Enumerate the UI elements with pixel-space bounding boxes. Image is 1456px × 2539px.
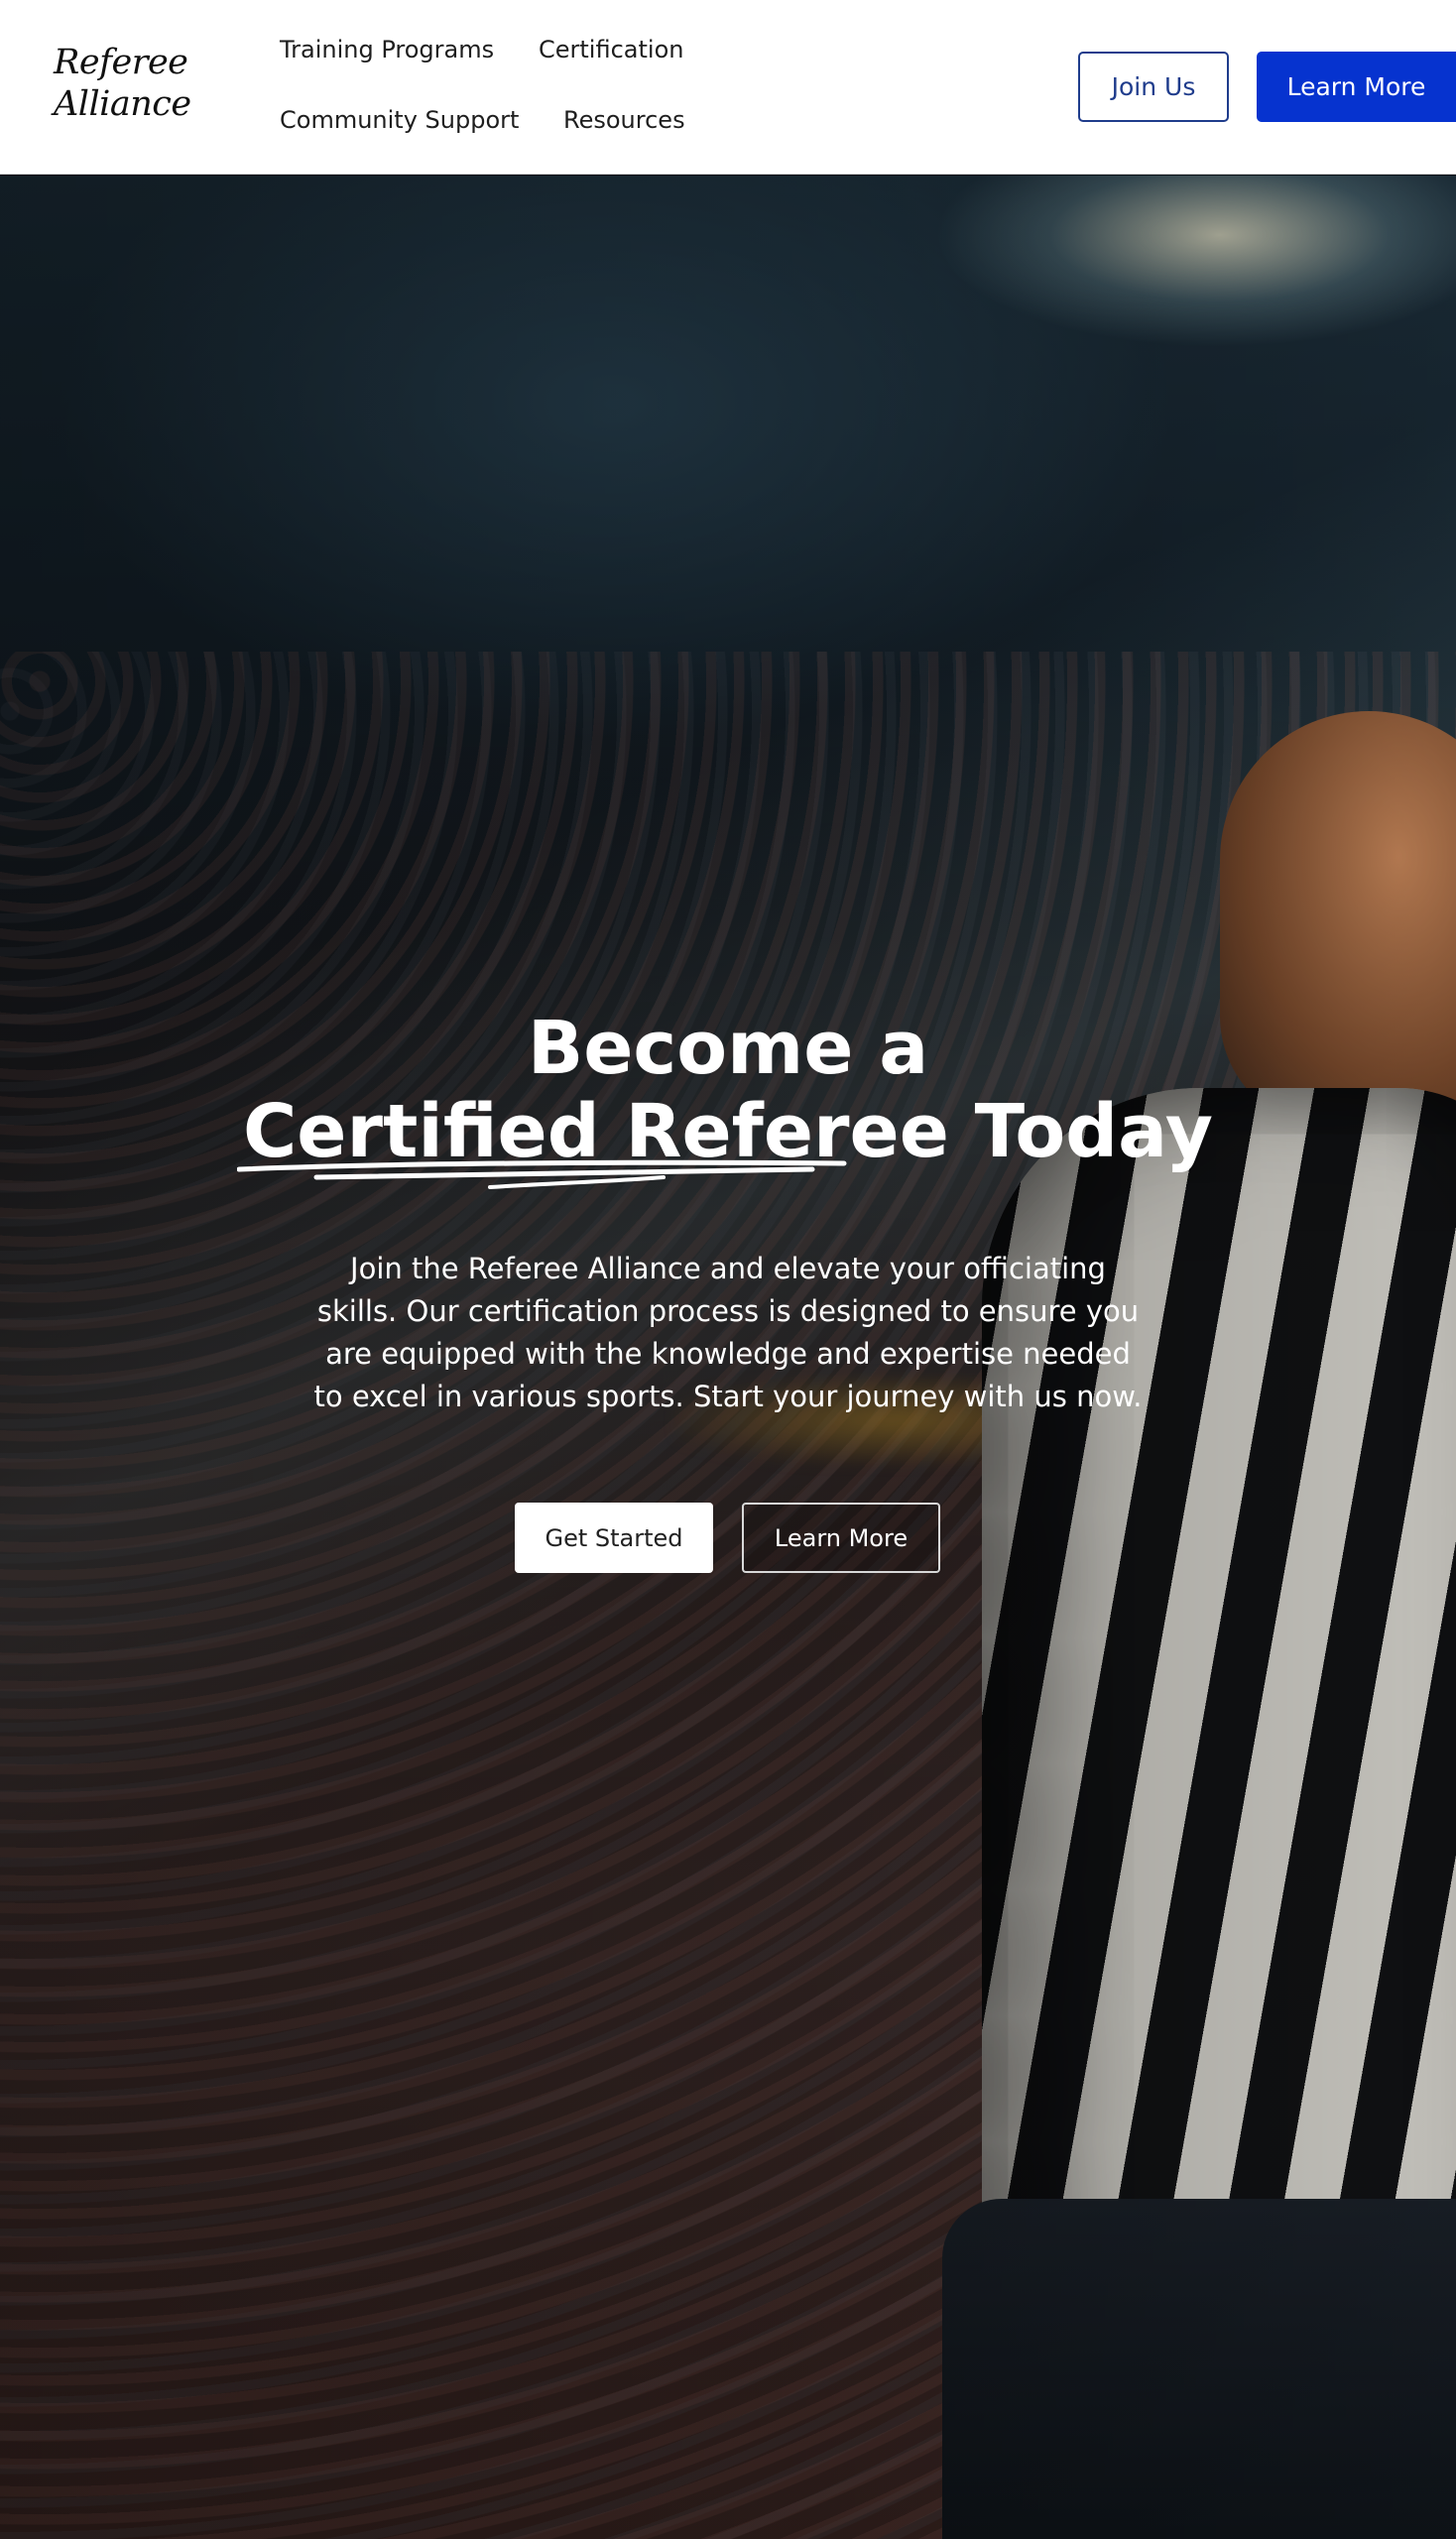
hero-title: Become a Certified Referee Today: [0, 1006, 1456, 1189]
hero-learn-more-button[interactable]: Learn More: [742, 1503, 940, 1573]
hero-title-highlight: Certified Referee: [236, 1090, 949, 1189]
get-started-button[interactable]: Get Started: [515, 1503, 713, 1573]
logo[interactable]: Referee Alliance: [54, 42, 191, 125]
logo-line-1: Referee: [54, 43, 188, 82]
site-header: Referee Alliance Training Programs Certi…: [0, 0, 1456, 175]
header-learn-more-button[interactable]: Learn More: [1257, 52, 1456, 122]
hero-title-line-1: Become a: [527, 1006, 929, 1091]
hero-title-end: Today: [974, 1089, 1214, 1174]
hero-description: Join the Referee Alliance and elevate yo…: [313, 1252, 1143, 1413]
logo-line-2: Alliance: [54, 84, 191, 124]
nav-resources[interactable]: Resources: [563, 106, 685, 134]
nav-training-programs[interactable]: Training Programs: [280, 36, 494, 63]
nav-community-support[interactable]: Community Support: [280, 106, 519, 134]
join-us-button[interactable]: Join Us: [1078, 52, 1229, 122]
nav-certification[interactable]: Certification: [539, 36, 683, 63]
underline-scribble-icon: [236, 1159, 847, 1189]
hero-title-line-2: Certified Referee Today: [0, 1089, 1456, 1189]
